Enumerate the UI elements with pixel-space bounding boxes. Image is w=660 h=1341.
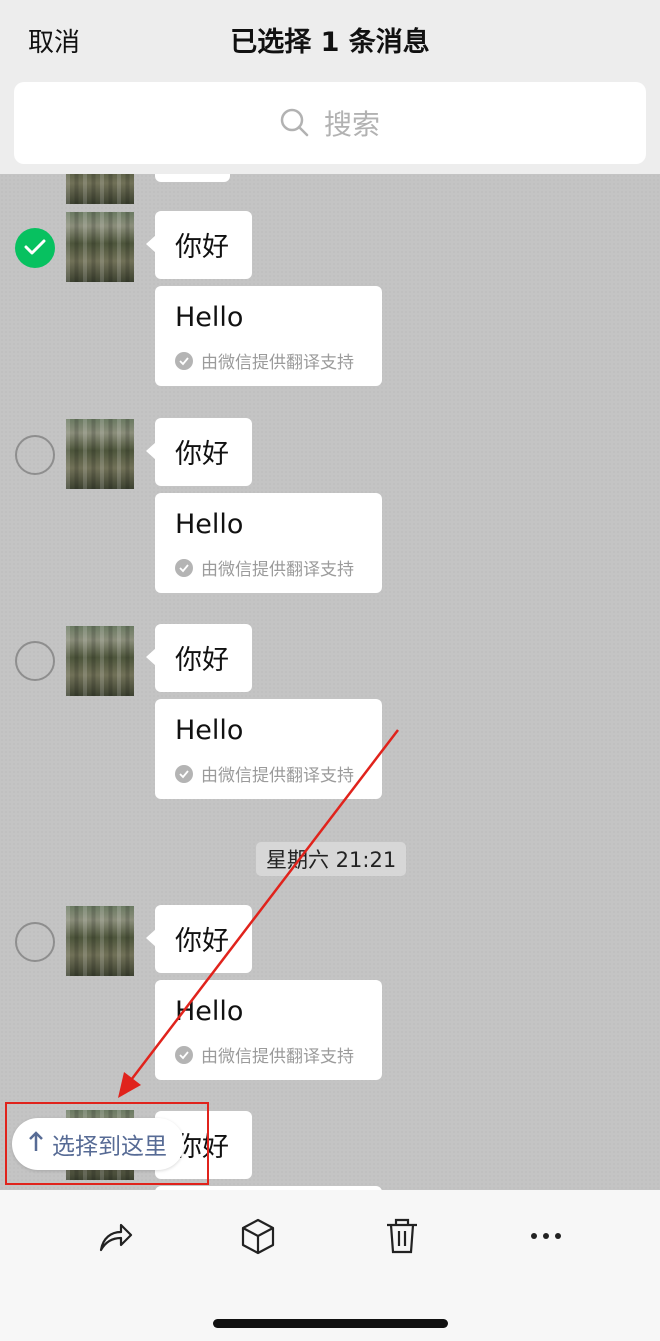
translation-text: Hello bbox=[175, 996, 244, 1027]
message-bubble[interactable]: 你好 bbox=[146, 905, 252, 973]
message-text: 你好 bbox=[175, 232, 229, 263]
message-bubble[interactable]: 你好 bbox=[146, 211, 252, 279]
message-text: 你好 bbox=[175, 645, 229, 676]
search-icon bbox=[280, 108, 309, 137]
check-circle-icon bbox=[175, 764, 193, 783]
check-circle-icon bbox=[175, 1045, 193, 1064]
message-checkbox[interactable] bbox=[15, 435, 55, 475]
translation-note: 由微信提供翻译支持 bbox=[175, 348, 354, 373]
translation-note-text: 由微信提供翻译支持 bbox=[201, 766, 354, 786]
message-text: 你好 bbox=[175, 926, 229, 957]
translation-note: 由微信提供翻译支持 bbox=[175, 1042, 354, 1067]
home-indicator bbox=[213, 1319, 448, 1328]
search-placeholder: 搜索 bbox=[323, 108, 380, 141]
translation-note-text: 由微信提供翻译支持 bbox=[201, 353, 354, 373]
annotation-highlight-box bbox=[5, 1102, 209, 1185]
top-bar: 取消 已选择 1 条消息 搜索 bbox=[0, 0, 660, 174]
message-bubble[interactable]: 你好 bbox=[146, 418, 252, 486]
message-bubble-partial bbox=[155, 174, 230, 182]
share-icon[interactable] bbox=[95, 1216, 135, 1256]
chat-area: 你好 Hello 由微信提供翻译支持 你好 Hello 由微信提供翻译支持 你好… bbox=[0, 174, 660, 1190]
check-circle-icon bbox=[175, 558, 193, 577]
avatar bbox=[66, 626, 134, 696]
timestamp: 星期六 21:21 bbox=[256, 842, 407, 876]
translation-note-text: 由微信提供翻译支持 bbox=[201, 1047, 354, 1067]
avatar bbox=[66, 174, 134, 204]
translation-bubble[interactable]: Hello 由微信提供翻译支持 bbox=[155, 286, 382, 386]
more-icon[interactable] bbox=[526, 1216, 566, 1256]
search-input[interactable]: 搜索 bbox=[14, 82, 646, 164]
avatar bbox=[66, 212, 134, 282]
message-checkbox[interactable] bbox=[15, 641, 55, 681]
message-bubble[interactable]: 你好 bbox=[146, 624, 252, 692]
translation-text: Hello bbox=[175, 302, 244, 333]
trash-icon[interactable] bbox=[382, 1216, 422, 1256]
message-checkbox[interactable] bbox=[15, 922, 55, 962]
translation-bubble[interactable]: Hello 由微信提供翻译支持 bbox=[155, 699, 382, 799]
message-text: 你好 bbox=[175, 439, 229, 470]
translation-text: Hello bbox=[175, 715, 244, 746]
translation-bubble[interactable]: Hello 由微信提供翻译支持 bbox=[155, 493, 382, 593]
translation-note: 由微信提供翻译支持 bbox=[175, 555, 354, 580]
avatar bbox=[66, 906, 134, 976]
box-icon[interactable] bbox=[238, 1216, 278, 1256]
translation-note-text: 由微信提供翻译支持 bbox=[201, 560, 354, 580]
check-icon bbox=[24, 239, 46, 255]
check-circle-icon bbox=[175, 351, 193, 370]
translation-text: Hello bbox=[175, 509, 244, 540]
translation-bubble[interactable]: Hello 由微信提供翻译支持 bbox=[155, 980, 382, 1080]
translation-note: 由微信提供翻译支持 bbox=[175, 761, 354, 786]
page-title: 已选择 1 条消息 bbox=[230, 27, 430, 58]
avatar bbox=[66, 419, 134, 489]
message-checkbox-selected[interactable] bbox=[15, 228, 55, 268]
